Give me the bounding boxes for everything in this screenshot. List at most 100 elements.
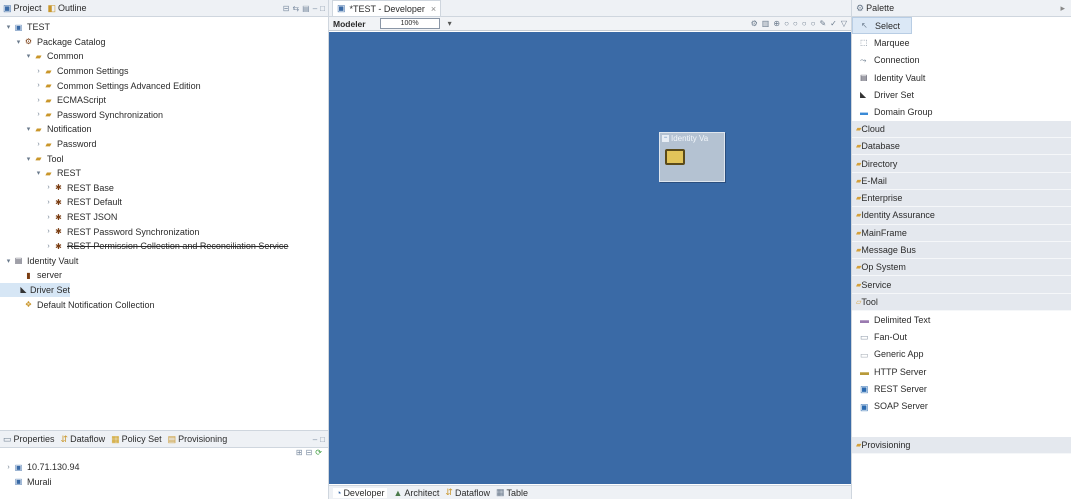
palette-tool[interactable]: ◣ Driver Set xyxy=(852,86,1071,103)
palette-tool[interactable]: ↖ Select xyxy=(852,17,912,35)
expanded-arrow-icon[interactable]: ▾ xyxy=(24,155,33,163)
palette-drawer[interactable]: ▰ Identity Assurance xyxy=(852,207,1071,225)
tree-item[interactable]: ▾ ▣ TEST xyxy=(0,20,328,35)
collapsed-arrow-icon[interactable]: › xyxy=(34,68,43,75)
palette-drawer[interactable]: ▰ Cloud xyxy=(852,120,1071,139)
tree-item[interactable]: › ✱ REST Password Synchronization xyxy=(0,224,328,239)
palette-drawer[interactable]: ▰ Message Bus xyxy=(852,241,1071,260)
tree-item[interactable]: ▾ ▰ REST xyxy=(0,166,328,181)
tree-item[interactable]: › ✱ REST JSON xyxy=(0,210,328,225)
close-icon[interactable]: × xyxy=(431,4,436,14)
refresh-icon[interactable]: ⟳ xyxy=(315,448,322,460)
palette-tool-item[interactable]: ▣ SOAP Server xyxy=(852,398,1071,415)
palette-tool-item[interactable]: ▭ Fan-Out xyxy=(852,328,1071,345)
expanded-arrow-icon[interactable]: ▾ xyxy=(24,125,33,133)
link-icon[interactable]: ⇆ xyxy=(292,4,299,13)
collapse-all-icon[interactable]: ⊟ xyxy=(283,4,290,13)
palette-tool[interactable]: ▤ Identity Vault xyxy=(852,69,1071,86)
tree-item[interactable]: ❖ Default Notification Collection xyxy=(0,297,328,312)
circle-icon[interactable]: ○ xyxy=(793,19,798,28)
tab-test-developer[interactable]: ▣ *TEST - Developer × xyxy=(332,0,442,16)
zoom-field[interactable]: 100% xyxy=(379,18,440,29)
palette-tool-item[interactable]: ▭ Generic App xyxy=(852,346,1071,363)
circle-icon[interactable]: ○ xyxy=(811,19,816,28)
tab-outline[interactable]: ◧ Outline xyxy=(48,3,87,14)
tree-item[interactable]: ▾ ▰ Tool xyxy=(0,151,328,166)
maximize-icon[interactable]: □ xyxy=(320,4,325,13)
tree-item[interactable]: › ✱ REST Default xyxy=(0,195,328,210)
palette-tool[interactable]: ⬚ Marquee xyxy=(852,34,1071,51)
tab-table[interactable]: ▦ Table xyxy=(496,487,528,498)
palette-drawer[interactable]: ▰ Provisioning xyxy=(852,436,1071,455)
collapsed-arrow-icon[interactable]: › xyxy=(34,111,43,118)
circle-icon[interactable]: ○ xyxy=(802,19,807,28)
tree-item[interactable]: › ▰ Password xyxy=(0,137,328,152)
provisioning-item[interactable]: › ▣ 10.71.130.94 xyxy=(0,460,328,475)
tree-item[interactable]: ▾ ⚙ Package Catalog xyxy=(0,35,328,50)
tab-project[interactable]: ▣ Project xyxy=(3,3,42,14)
collapsed-arrow-icon[interactable]: › xyxy=(34,97,43,104)
tab-architect[interactable]: ▲ Architect xyxy=(393,488,439,498)
palette-drawer[interactable]: ▰ Enterprise xyxy=(852,189,1071,208)
minimize-icon[interactable]: – xyxy=(313,435,317,444)
palette-drawer[interactable]: ▰ MainFrame xyxy=(852,224,1071,242)
tree-item[interactable]: ▾ ▤ Identity Vault xyxy=(0,254,328,269)
tab-developer[interactable]: ◔ Developer xyxy=(333,487,388,498)
tab-provisioning[interactable]: ▤ Provisioning xyxy=(168,434,228,445)
palette-drawer[interactable]: ▱ Tool xyxy=(852,293,1071,312)
expanded-arrow-icon[interactable]: ▾ xyxy=(24,52,33,60)
edit-icon[interactable]: ✎ xyxy=(819,19,826,28)
tree-item[interactable]: ▮ server xyxy=(0,268,328,283)
identity-vault-node[interactable]: − Identity Va xyxy=(659,132,725,182)
collapsed-arrow-icon[interactable]: › xyxy=(34,141,43,148)
chart-icon[interactable]: ▥ xyxy=(762,19,770,28)
provisioning-item[interactable]: ▣ Murali xyxy=(0,475,328,490)
tab-policy-set[interactable]: ▦ Policy Set xyxy=(111,434,162,445)
collapsed-arrow-icon[interactable]: › xyxy=(34,82,43,89)
expanded-arrow-icon[interactable]: ▾ xyxy=(4,23,13,31)
tree-item[interactable]: › ▰ Common Settings Advanced Edition xyxy=(0,78,328,93)
tree-item[interactable]: › ✱ REST Base xyxy=(0,181,328,196)
palette-drawer[interactable]: ▰ Directory xyxy=(852,155,1071,173)
tree-item[interactable]: ▾ ▰ Notification xyxy=(0,122,328,137)
zoom-dropdown-icon[interactable]: ▾ xyxy=(448,19,452,28)
node-collapse-icon[interactable]: − xyxy=(662,135,669,142)
collapsed-arrow-icon[interactable]: › xyxy=(44,199,53,206)
expanded-arrow-icon[interactable]: ▾ xyxy=(34,169,43,177)
collapsed-arrow-icon[interactable]: › xyxy=(44,184,53,191)
collapsed-arrow-icon[interactable]: › xyxy=(44,243,53,250)
collapsed-arrow-icon[interactable]: › xyxy=(4,464,13,471)
tree-item[interactable]: ▾ ▰ Common xyxy=(0,49,328,64)
circle-icon[interactable]: ○ xyxy=(784,19,789,28)
expanded-arrow-icon[interactable]: ▾ xyxy=(4,257,13,265)
palette-tool[interactable]: ⤳ Connection xyxy=(852,52,1071,69)
palette-drawer[interactable]: ▰ E-Mail xyxy=(852,172,1071,190)
layout-icon[interactable]: ⚙ xyxy=(751,19,758,28)
modeler-canvas[interactable]: − Identity Va xyxy=(329,32,851,484)
collapsed-arrow-icon[interactable]: › xyxy=(44,214,53,221)
minimize-icon[interactable]: – xyxy=(313,4,317,13)
palette-drawer[interactable]: ▰ Service xyxy=(852,276,1071,294)
expand-icon[interactable]: ⊞ xyxy=(296,448,303,460)
palette-collapse-icon[interactable]: ▸ xyxy=(1060,3,1065,14)
palette-drawer[interactable]: ▰ Database xyxy=(852,138,1071,156)
tab-properties[interactable]: ▭ Properties xyxy=(3,434,55,445)
collapsed-arrow-icon[interactable]: › xyxy=(44,228,53,235)
maximize-icon[interactable]: □ xyxy=(320,435,325,444)
palette-tool-item[interactable]: ▣ REST Server xyxy=(852,380,1071,397)
tree-item[interactable]: › ✱ REST Permission Collection and Reconci… xyxy=(0,239,328,254)
palette-tool[interactable]: ▬ Domain Group xyxy=(852,103,1071,120)
palette-tool-item[interactable]: ▬ Delimited Text xyxy=(852,311,1071,328)
zoom-in-icon[interactable]: ⊕ xyxy=(773,19,780,28)
expanded-arrow-icon[interactable]: ▾ xyxy=(14,38,23,46)
tree-item[interactable]: ◣ Driver Set xyxy=(0,282,70,298)
palette-tool-item[interactable]: ▬ HTTP Server xyxy=(852,363,1071,380)
tree-item[interactable]: › ▰ Password Synchronization xyxy=(0,108,328,123)
tree-item[interactable]: › ▰ Common Settings xyxy=(0,64,328,79)
tree-item[interactable]: › ▰ ECMAScript xyxy=(0,93,328,108)
collapse-icon[interactable]: ⊟ xyxy=(306,448,313,460)
palette-drawer[interactable]: ▰ Op System xyxy=(852,259,1071,277)
tab-dataflow[interactable]: ⇵ Dataflow xyxy=(61,434,106,445)
check-icon[interactable]: ✓ xyxy=(830,19,837,28)
filter-icon[interactable]: ▤ xyxy=(302,4,310,13)
